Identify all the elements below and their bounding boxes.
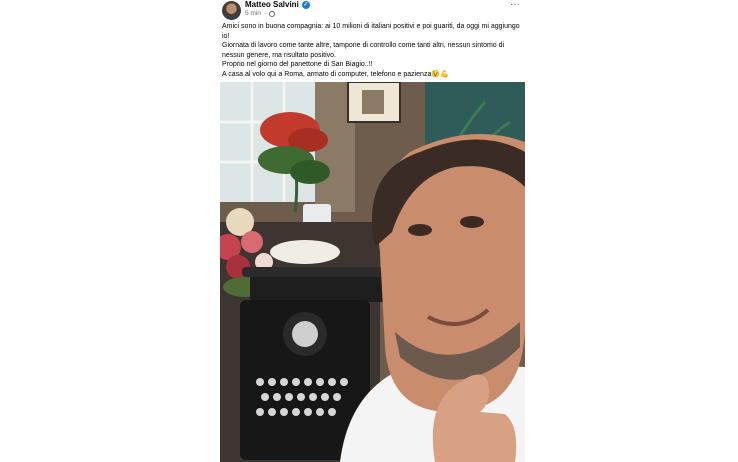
post-line: Proprio nel giorno del panettone di San … [222,61,373,69]
selfie-illustration [220,82,525,462]
meta-separator: · [263,10,267,17]
post-line: Giornata di lavoro come tante altre, tam… [222,42,505,59]
post-meta: 5 min · [245,10,276,17]
avatar[interactable] [222,1,241,20]
post-line: Amici sono in buona compagnia: ai 10 mil… [222,23,520,40]
post-photo[interactable] [220,82,525,462]
more-options-icon[interactable]: ··· [507,0,523,14]
verified-badge-icon: ✓ [301,0,310,9]
author-name[interactable]: Matteo Salvini [245,0,299,9]
post-author[interactable]: Matteo Salvini ✓ [245,0,310,9]
facebook-post: Matteo Salvini ✓ 5 min · ··· Amici sono … [217,0,527,462]
post-text: Amici sono in buona compagnia: ai 10 mil… [222,22,527,80]
globe-icon [269,10,276,17]
post-line: A casa al volo qui a Roma, armato di com… [222,70,449,78]
post-timestamp[interactable]: 5 min [245,10,261,17]
